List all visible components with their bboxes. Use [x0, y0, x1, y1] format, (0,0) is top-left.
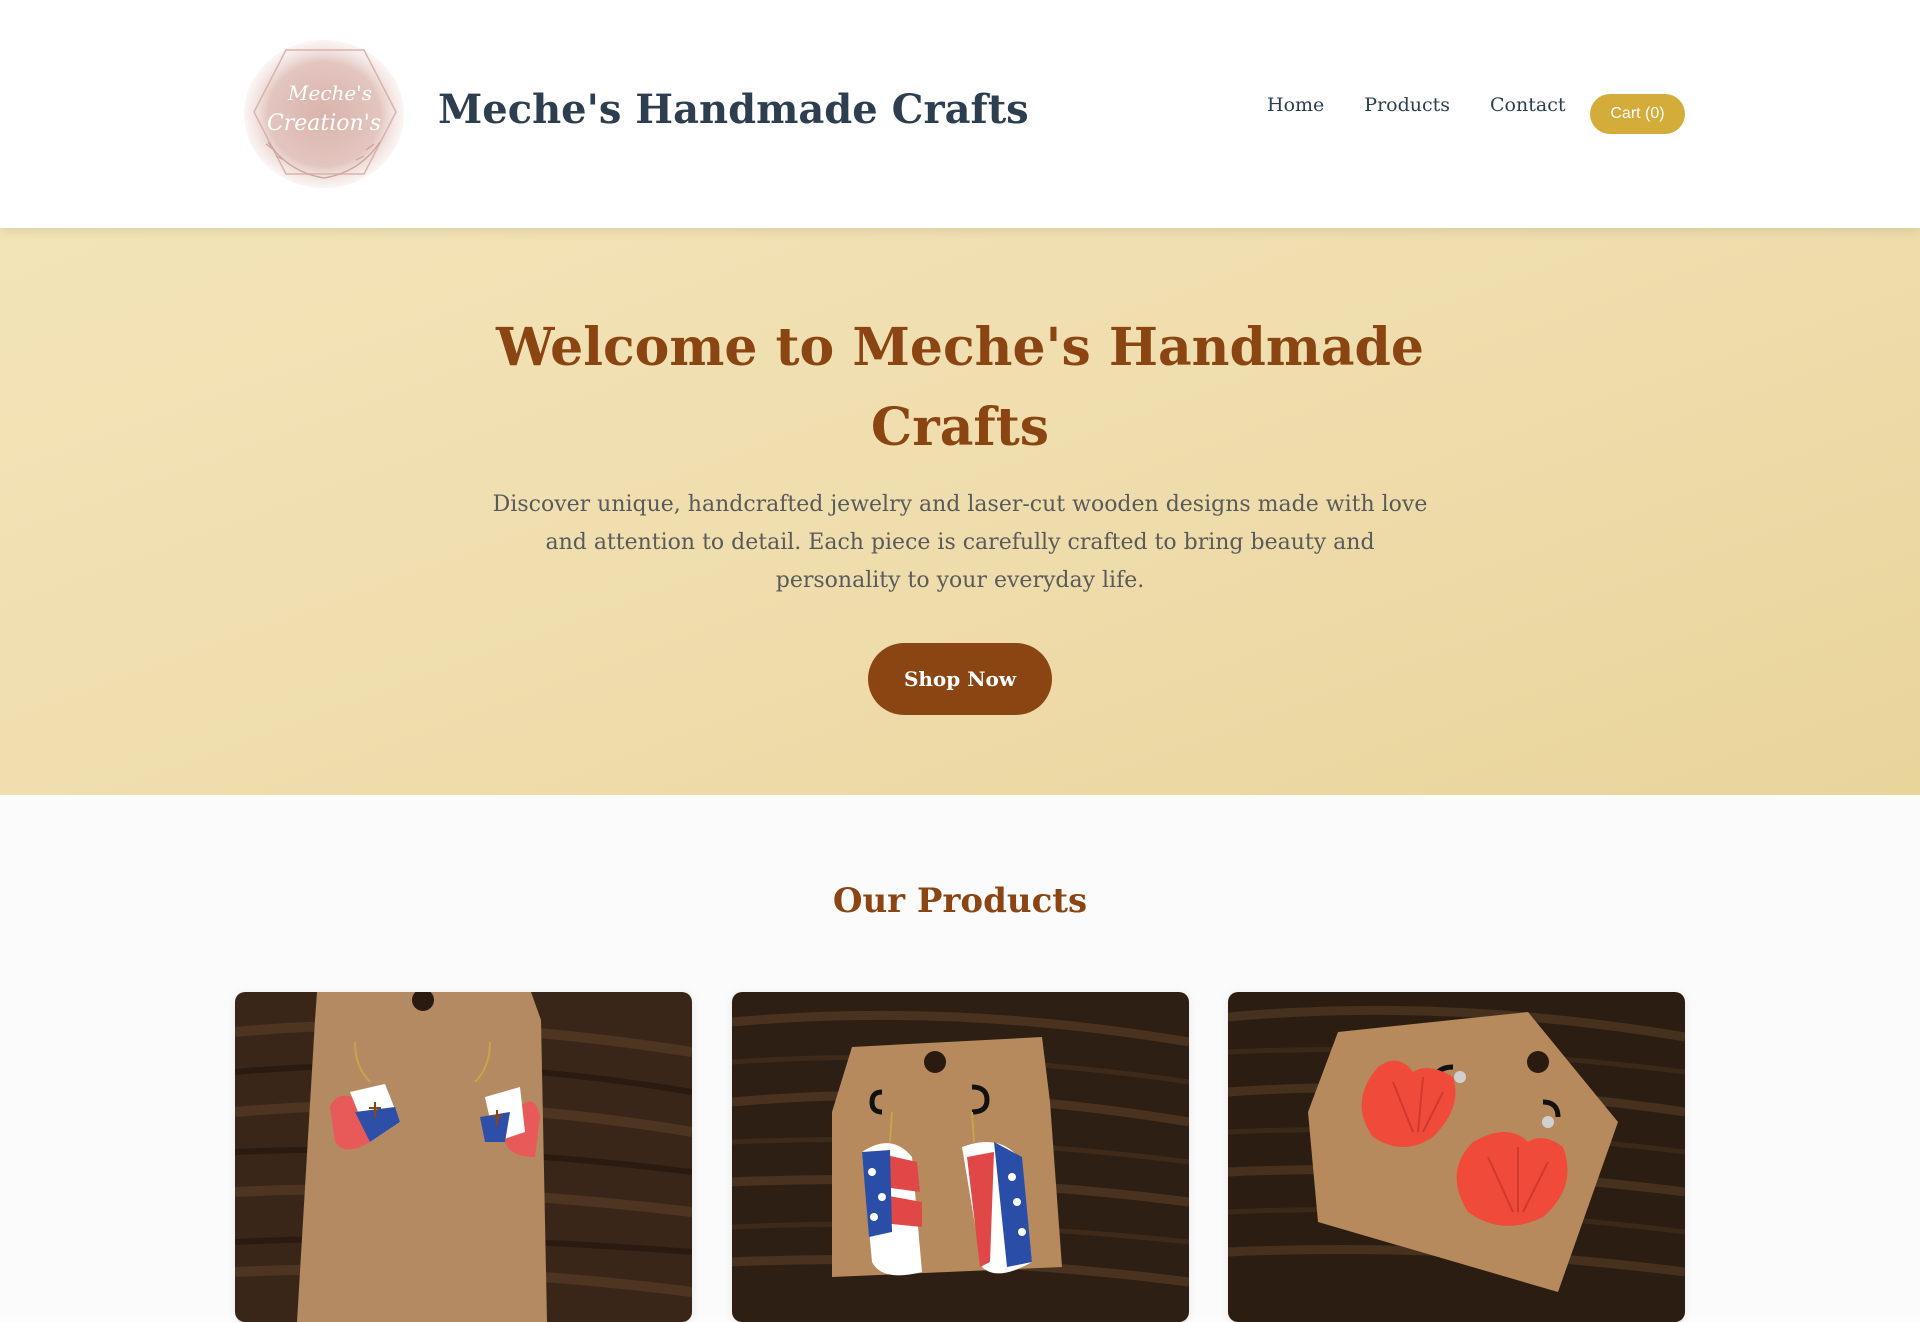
shop-now-button[interactable]: Shop Now: [868, 643, 1052, 715]
product-card[interactable]: [732, 992, 1189, 1322]
earrings-hat-photo: [235, 992, 692, 1322]
svg-text:Meche's: Meche's: [287, 81, 372, 105]
nav-home[interactable]: Home: [1267, 94, 1324, 116]
earrings-red-flower-photo: [1228, 992, 1685, 1322]
hero-section: Welcome to Meche's Handmade Crafts Disco…: [0, 228, 1920, 795]
cart-button[interactable]: Cart (0): [1590, 94, 1685, 134]
nav-products[interactable]: Products: [1364, 94, 1450, 116]
site-title[interactable]: Meche's Handmade Crafts: [438, 86, 1029, 133]
product-card[interactable]: [235, 992, 692, 1322]
hero-description: Discover unique, handcrafted jewelry and…: [492, 492, 1428, 593]
hero-title: Welcome to Meche's Handmade Crafts: [495, 317, 1424, 458]
svg-text:Creation's: Creation's: [267, 111, 381, 136]
site-header: Meche's Creation's Meche's Handmade Craf…: [0, 0, 1920, 228]
products-section: Our Products: [0, 795, 1920, 1322]
main-nav: Home Products Contact: [1267, 94, 1605, 116]
logo[interactable]: Meche's Creation's: [238, 32, 412, 192]
products-title: Our Products: [832, 881, 1088, 921]
nav-contact[interactable]: Contact: [1490, 94, 1565, 116]
product-card[interactable]: [1228, 992, 1685, 1322]
earrings-flag-photo: [732, 992, 1189, 1322]
logo-icon: Meche's Creation's: [244, 40, 404, 188]
